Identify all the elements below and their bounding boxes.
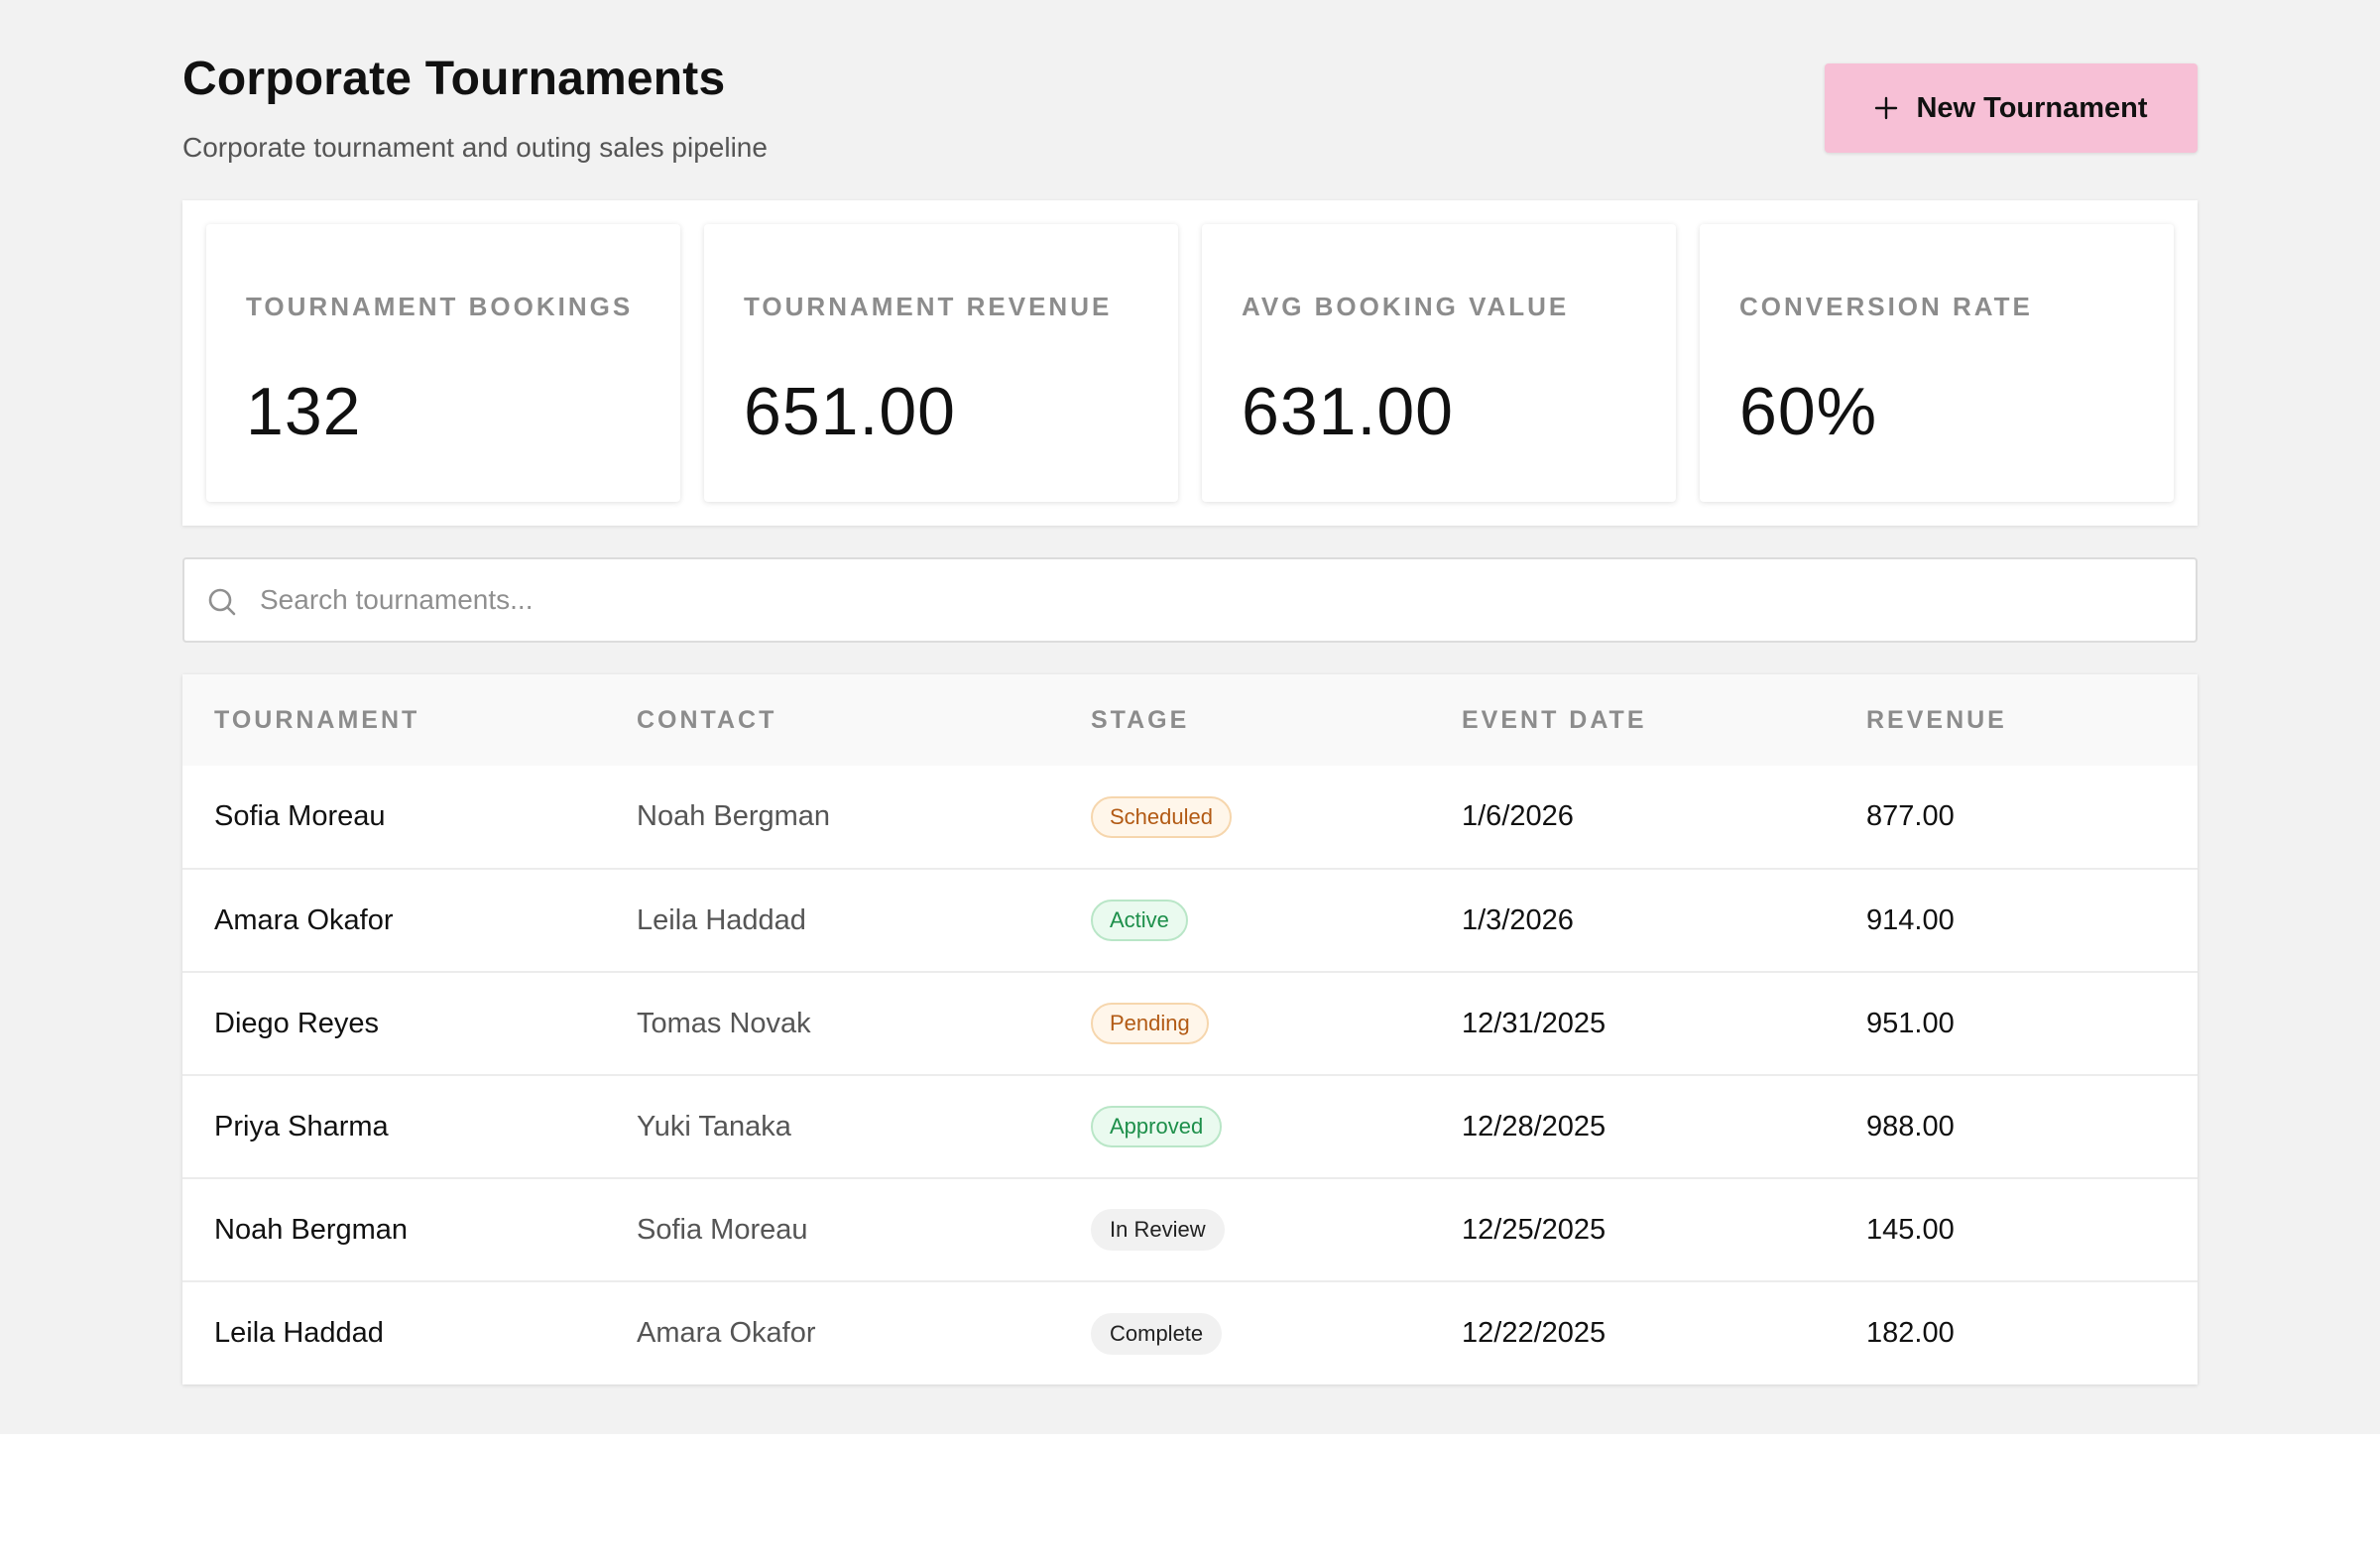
stat-label: CONVERSION RATE [1739,292,2033,321]
stats-panel: TOURNAMENT BOOKINGS 132 TOURNAMENT REVEN… [182,200,2198,526]
cell-contact: Leila Haddad [637,903,806,936]
cell-contact: Sofia Moreau [637,1213,808,1246]
table-row[interactable]: Leila Haddad Amara Okafor Complete 12/22… [182,1281,2198,1384]
stat-value: 631.00 [1242,374,1454,449]
column-header-event-date[interactable]: EVENT DATE [1462,674,1866,766]
main-container: Corporate Tournaments Corporate tourname… [182,0,2198,1384]
page-title: Corporate Tournaments [182,53,726,105]
cell-event-date: 12/31/2025 [1462,1007,1606,1039]
page-header: Corporate Tournaments Corporate tourname… [182,0,2198,198]
stat-card-conversion: CONVERSION RATE 60% [1700,224,2174,502]
cell-tournament: Leila Haddad [214,1317,384,1349]
new-tournament-button-label: New Tournament [1916,91,2148,124]
stage-badge: Complete [1091,1312,1223,1355]
plus-icon [1874,96,1898,120]
stage-badge: Scheduled [1091,795,1232,838]
table-header-row: TOURNAMENT CONTACT STAGE EVENT DATE REVE… [182,674,2198,766]
cell-event-date: 12/22/2025 [1462,1317,1606,1349]
cell-event-date: 12/28/2025 [1462,1110,1606,1142]
cell-event-date: 12/25/2025 [1462,1213,1606,1246]
cell-revenue: 145.00 [1866,1213,1955,1246]
new-tournament-button[interactable]: New Tournament [1825,63,2198,153]
stage-badge: Approved [1091,1106,1223,1147]
cell-tournament: Noah Bergman [214,1213,409,1246]
cell-contact: Yuki Tanaka [637,1110,791,1142]
stage-badge: Pending [1091,1003,1209,1044]
cell-revenue: 182.00 [1866,1317,1955,1349]
cell-revenue: 914.00 [1866,903,1955,936]
cell-tournament: Amara Okafor [214,903,394,936]
cell-tournament: Priya Sharma [214,1110,389,1142]
cell-contact: Amara Okafor [637,1317,816,1349]
cell-contact: Tomas Novak [637,1007,811,1039]
stat-value: 60% [1739,374,1878,449]
table-row[interactable]: Sofia Moreau Noah Bergman Scheduled 1/6/… [182,766,2198,869]
cell-event-date: 1/6/2026 [1462,800,1574,832]
cell-event-date: 1/3/2026 [1462,903,1574,936]
stat-value: 132 [246,374,362,449]
cell-revenue: 988.00 [1866,1110,1955,1142]
stage-badge: Active [1091,900,1188,941]
app-root: Corporate Tournaments Corporate tourname… [0,0,2380,1434]
stat-label: TOURNAMENT REVENUE [744,292,1113,321]
column-header-contact[interactable]: CONTACT [637,674,1091,766]
cell-contact: Noah Bergman [637,800,831,832]
page-subtitle: Corporate tournament and outing sales pi… [182,132,768,163]
stat-card-bookings: TOURNAMENT BOOKINGS 132 [206,224,680,502]
cell-tournament: Diego Reyes [214,1007,380,1039]
cell-revenue: 951.00 [1866,1007,1955,1039]
search-icon [206,586,238,618]
search-box [182,557,2198,643]
tournaments-table: TOURNAMENT CONTACT STAGE EVENT DATE REVE… [182,674,2198,1384]
stat-card-avg-booking: AVG BOOKING VALUE 631.00 [1202,224,1676,502]
cell-tournament: Sofia Moreau [214,800,386,832]
table-row[interactable]: Noah Bergman Sofia Moreau In Review 12/2… [182,1178,2198,1281]
cell-revenue: 877.00 [1866,800,1955,832]
column-header-tournament[interactable]: TOURNAMENT [182,674,637,766]
search-input[interactable] [260,559,2174,641]
stat-value: 651.00 [744,374,956,449]
column-header-revenue[interactable]: REVENUE [1866,674,2198,766]
stat-card-revenue: TOURNAMENT REVENUE 651.00 [704,224,1178,502]
stat-label: AVG BOOKING VALUE [1242,292,1570,321]
table-row[interactable]: Amara Okafor Leila Haddad Active 1/3/202… [182,869,2198,972]
stage-badge: In Review [1091,1209,1225,1251]
table-row[interactable]: Priya Sharma Yuki Tanaka Approved 12/28/… [182,1075,2198,1178]
column-header-stage[interactable]: STAGE [1091,674,1462,766]
stat-label: TOURNAMENT BOOKINGS [246,292,634,321]
table-row[interactable]: Diego Reyes Tomas Novak Pending 12/31/20… [182,972,2198,1075]
